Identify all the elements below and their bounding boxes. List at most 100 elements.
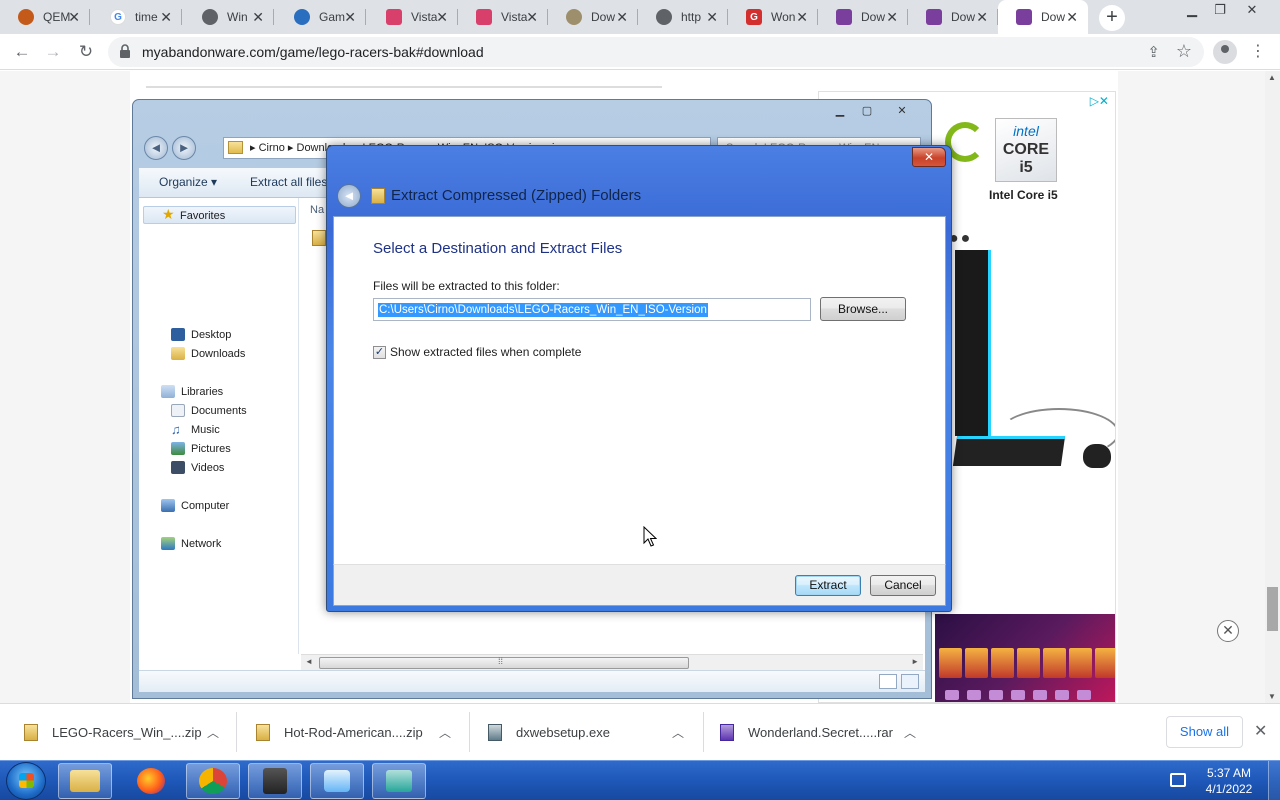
forward-arrow-icon[interactable]: → xyxy=(41,40,65,64)
taskbar-firefox[interactable] xyxy=(124,763,178,799)
back-arrow-icon[interactable]: ← xyxy=(10,40,34,64)
close-tab-icon[interactable]: ✕ xyxy=(160,9,172,25)
extract-dialog[interactable]: ✕ ◄ Extract Compressed (Zipped) Folders … xyxy=(326,145,952,612)
dialog-close-button[interactable]: ✕ xyxy=(912,147,946,167)
tab-9[interactable]: Dow ✕ xyxy=(818,0,908,34)
back-arrow-icon[interactable]: ◄ xyxy=(144,136,168,160)
nav-item-favorites[interactable]: ★ Favorites xyxy=(143,206,296,224)
show-files-label[interactable]: Show extracted files when complete xyxy=(390,345,581,359)
details-view-icon[interactable] xyxy=(879,674,897,689)
restore-icon[interactable]: ❐ xyxy=(1206,0,1234,20)
tab-10[interactable]: Dow ✕ xyxy=(908,0,998,34)
bookmark-star-icon[interactable]: ☆ xyxy=(1176,41,1192,62)
destination-path-value[interactable]: C:\Users\Cirno\Downloads\LEGO-Racers_Win… xyxy=(378,303,708,317)
download-item[interactable]: dxwebsetup.exe ︿ xyxy=(488,704,684,761)
chevron-up-icon[interactable]: ︿ xyxy=(207,724,219,741)
tab-8[interactable]: G Won ✕ xyxy=(728,0,818,34)
download-item[interactable]: Wonderland.Secret.....rar ︿ xyxy=(720,704,916,761)
close-window-icon[interactable]: ✕ xyxy=(1238,0,1266,20)
close-tab-icon[interactable]: ✕ xyxy=(68,9,80,25)
close-tab-icon[interactable]: ✕ xyxy=(706,9,718,25)
tab-11-active[interactable]: Dow ✕ xyxy=(998,0,1088,34)
download-name[interactable]: LEGO-Racers_Win_....zip xyxy=(52,725,202,740)
tab-6[interactable]: Dow ✕ xyxy=(548,0,638,34)
minimize-icon[interactable]: ▁ xyxy=(831,102,849,120)
download-item[interactable]: LEGO-Racers_Win_....zip ︿ xyxy=(24,704,219,761)
minimize-icon[interactable]: ▁ xyxy=(1178,0,1206,20)
close-tab-icon[interactable]: ✕ xyxy=(976,9,988,25)
nav-item-documents[interactable]: Documents xyxy=(171,402,247,420)
column-header-name[interactable]: Na xyxy=(310,204,324,216)
nav-item-pictures[interactable]: Pictures xyxy=(171,440,231,458)
show-desktop-button[interactable] xyxy=(1268,761,1280,800)
close-tab-icon[interactable]: ✕ xyxy=(344,9,356,25)
zip-folder-icon[interactable] xyxy=(312,230,326,246)
chevron-up-icon[interactable]: ︿ xyxy=(672,724,684,741)
nav-item-desktop[interactable]: Desktop xyxy=(171,326,231,344)
network-tray-icon[interactable] xyxy=(1170,773,1186,787)
close-tab-icon[interactable]: ✕ xyxy=(886,9,898,25)
browse-button[interactable]: Browse... xyxy=(820,297,906,321)
show-all-button[interactable]: Show all xyxy=(1166,716,1243,748)
tab-3[interactable]: Gam ✕ xyxy=(276,0,366,34)
adchoices-icon[interactable]: ▷✕ xyxy=(1090,94,1109,108)
tab-2[interactable]: Win ✕ xyxy=(184,0,274,34)
horizontal-scrollbar[interactable]: ◄ ► xyxy=(301,654,923,670)
scroll-left-icon[interactable]: ◄ xyxy=(305,657,313,666)
close-window-icon[interactable]: ✕ xyxy=(889,102,915,120)
share-icon[interactable]: ⇪ xyxy=(1147,43,1160,61)
back-arrow-icon[interactable]: ◄ xyxy=(337,184,361,208)
download-item[interactable]: Hot-Rod-American....zip ︿ xyxy=(256,704,451,761)
chevron-up-icon[interactable]: ︿ xyxy=(439,724,451,741)
nav-item-music[interactable]: ♫ Music xyxy=(171,421,220,439)
large-icons-view-icon[interactable] xyxy=(901,674,919,689)
menu-kebab-icon[interactable]: ⋮ xyxy=(1250,40,1266,64)
taskbar-explorer[interactable] xyxy=(58,763,112,799)
tab-0[interactable]: QEM ✕ xyxy=(0,0,90,34)
forward-arrow-icon[interactable]: ► xyxy=(172,136,196,160)
tab-1[interactable]: G time ✕ xyxy=(92,0,182,34)
ad-close-button[interactable]: ✕ xyxy=(1217,620,1239,642)
close-tab-icon[interactable]: ✕ xyxy=(252,9,264,25)
extract-button[interactable]: Extract xyxy=(795,575,861,596)
nav-item-network[interactable]: Network xyxy=(161,535,221,553)
nav-item-computer[interactable]: Computer xyxy=(161,497,229,515)
download-name[interactable]: dxwebsetup.exe xyxy=(516,725,610,740)
page-scrollbar[interactable]: ▲ ▼ xyxy=(1265,71,1280,703)
new-tab-button[interactable]: + xyxy=(1099,5,1125,31)
lock-icon[interactable] xyxy=(120,44,130,58)
chevron-up-icon[interactable]: ︿ xyxy=(904,724,916,741)
organize-button[interactable]: Organize ▾ xyxy=(159,175,217,189)
profile-avatar[interactable] xyxy=(1213,40,1237,64)
tab-4[interactable]: Vista ✕ xyxy=(368,0,458,34)
download-name[interactable]: Hot-Rod-American....zip xyxy=(284,725,423,740)
destination-path-input[interactable]: C:\Users\Cirno\Downloads\LEGO-Racers_Win… xyxy=(373,298,811,321)
nav-item-downloads[interactable]: Downloads xyxy=(171,345,245,363)
games-banner[interactable] xyxy=(935,614,1115,702)
taskbar-app-3[interactable] xyxy=(372,763,426,799)
close-shelf-icon[interactable]: ✕ xyxy=(1254,721,1267,741)
close-tab-icon[interactable]: ✕ xyxy=(616,9,628,25)
start-button[interactable] xyxy=(6,762,46,800)
nav-item-libraries[interactable]: Libraries xyxy=(161,383,223,401)
maximize-icon[interactable]: ▢ xyxy=(857,102,877,120)
tab-5[interactable]: Vista ✕ xyxy=(458,0,548,34)
close-tab-icon[interactable]: ✕ xyxy=(796,9,808,25)
taskbar-chrome[interactable] xyxy=(186,763,240,799)
scroll-thumb[interactable] xyxy=(319,656,689,669)
carousel-dots[interactable]: ●● xyxy=(949,230,972,248)
nav-item-videos[interactable]: Videos xyxy=(171,459,224,477)
cancel-button[interactable]: Cancel xyxy=(870,575,936,596)
reload-icon[interactable]: ↻ xyxy=(74,40,98,64)
show-files-checkbox[interactable]: ✓ xyxy=(373,346,386,359)
url-text[interactable]: myabandonware.com/game/lego-racers-bak#d… xyxy=(142,44,484,60)
tab-7[interactable]: http ✕ xyxy=(638,0,728,34)
taskbar-app-2[interactable] xyxy=(310,763,364,799)
scroll-thumb[interactable] xyxy=(1267,587,1278,631)
download-name[interactable]: Wonderland.Secret.....rar xyxy=(748,725,893,740)
scroll-right-icon[interactable]: ► xyxy=(911,657,919,666)
close-tab-icon[interactable]: ✕ xyxy=(526,9,538,25)
system-clock[interactable]: 5:37 AM 4/1/2022 xyxy=(1204,765,1254,797)
scroll-up-icon[interactable]: ▲ xyxy=(1268,73,1276,82)
extract-all-button[interactable]: Extract all files xyxy=(250,175,327,189)
